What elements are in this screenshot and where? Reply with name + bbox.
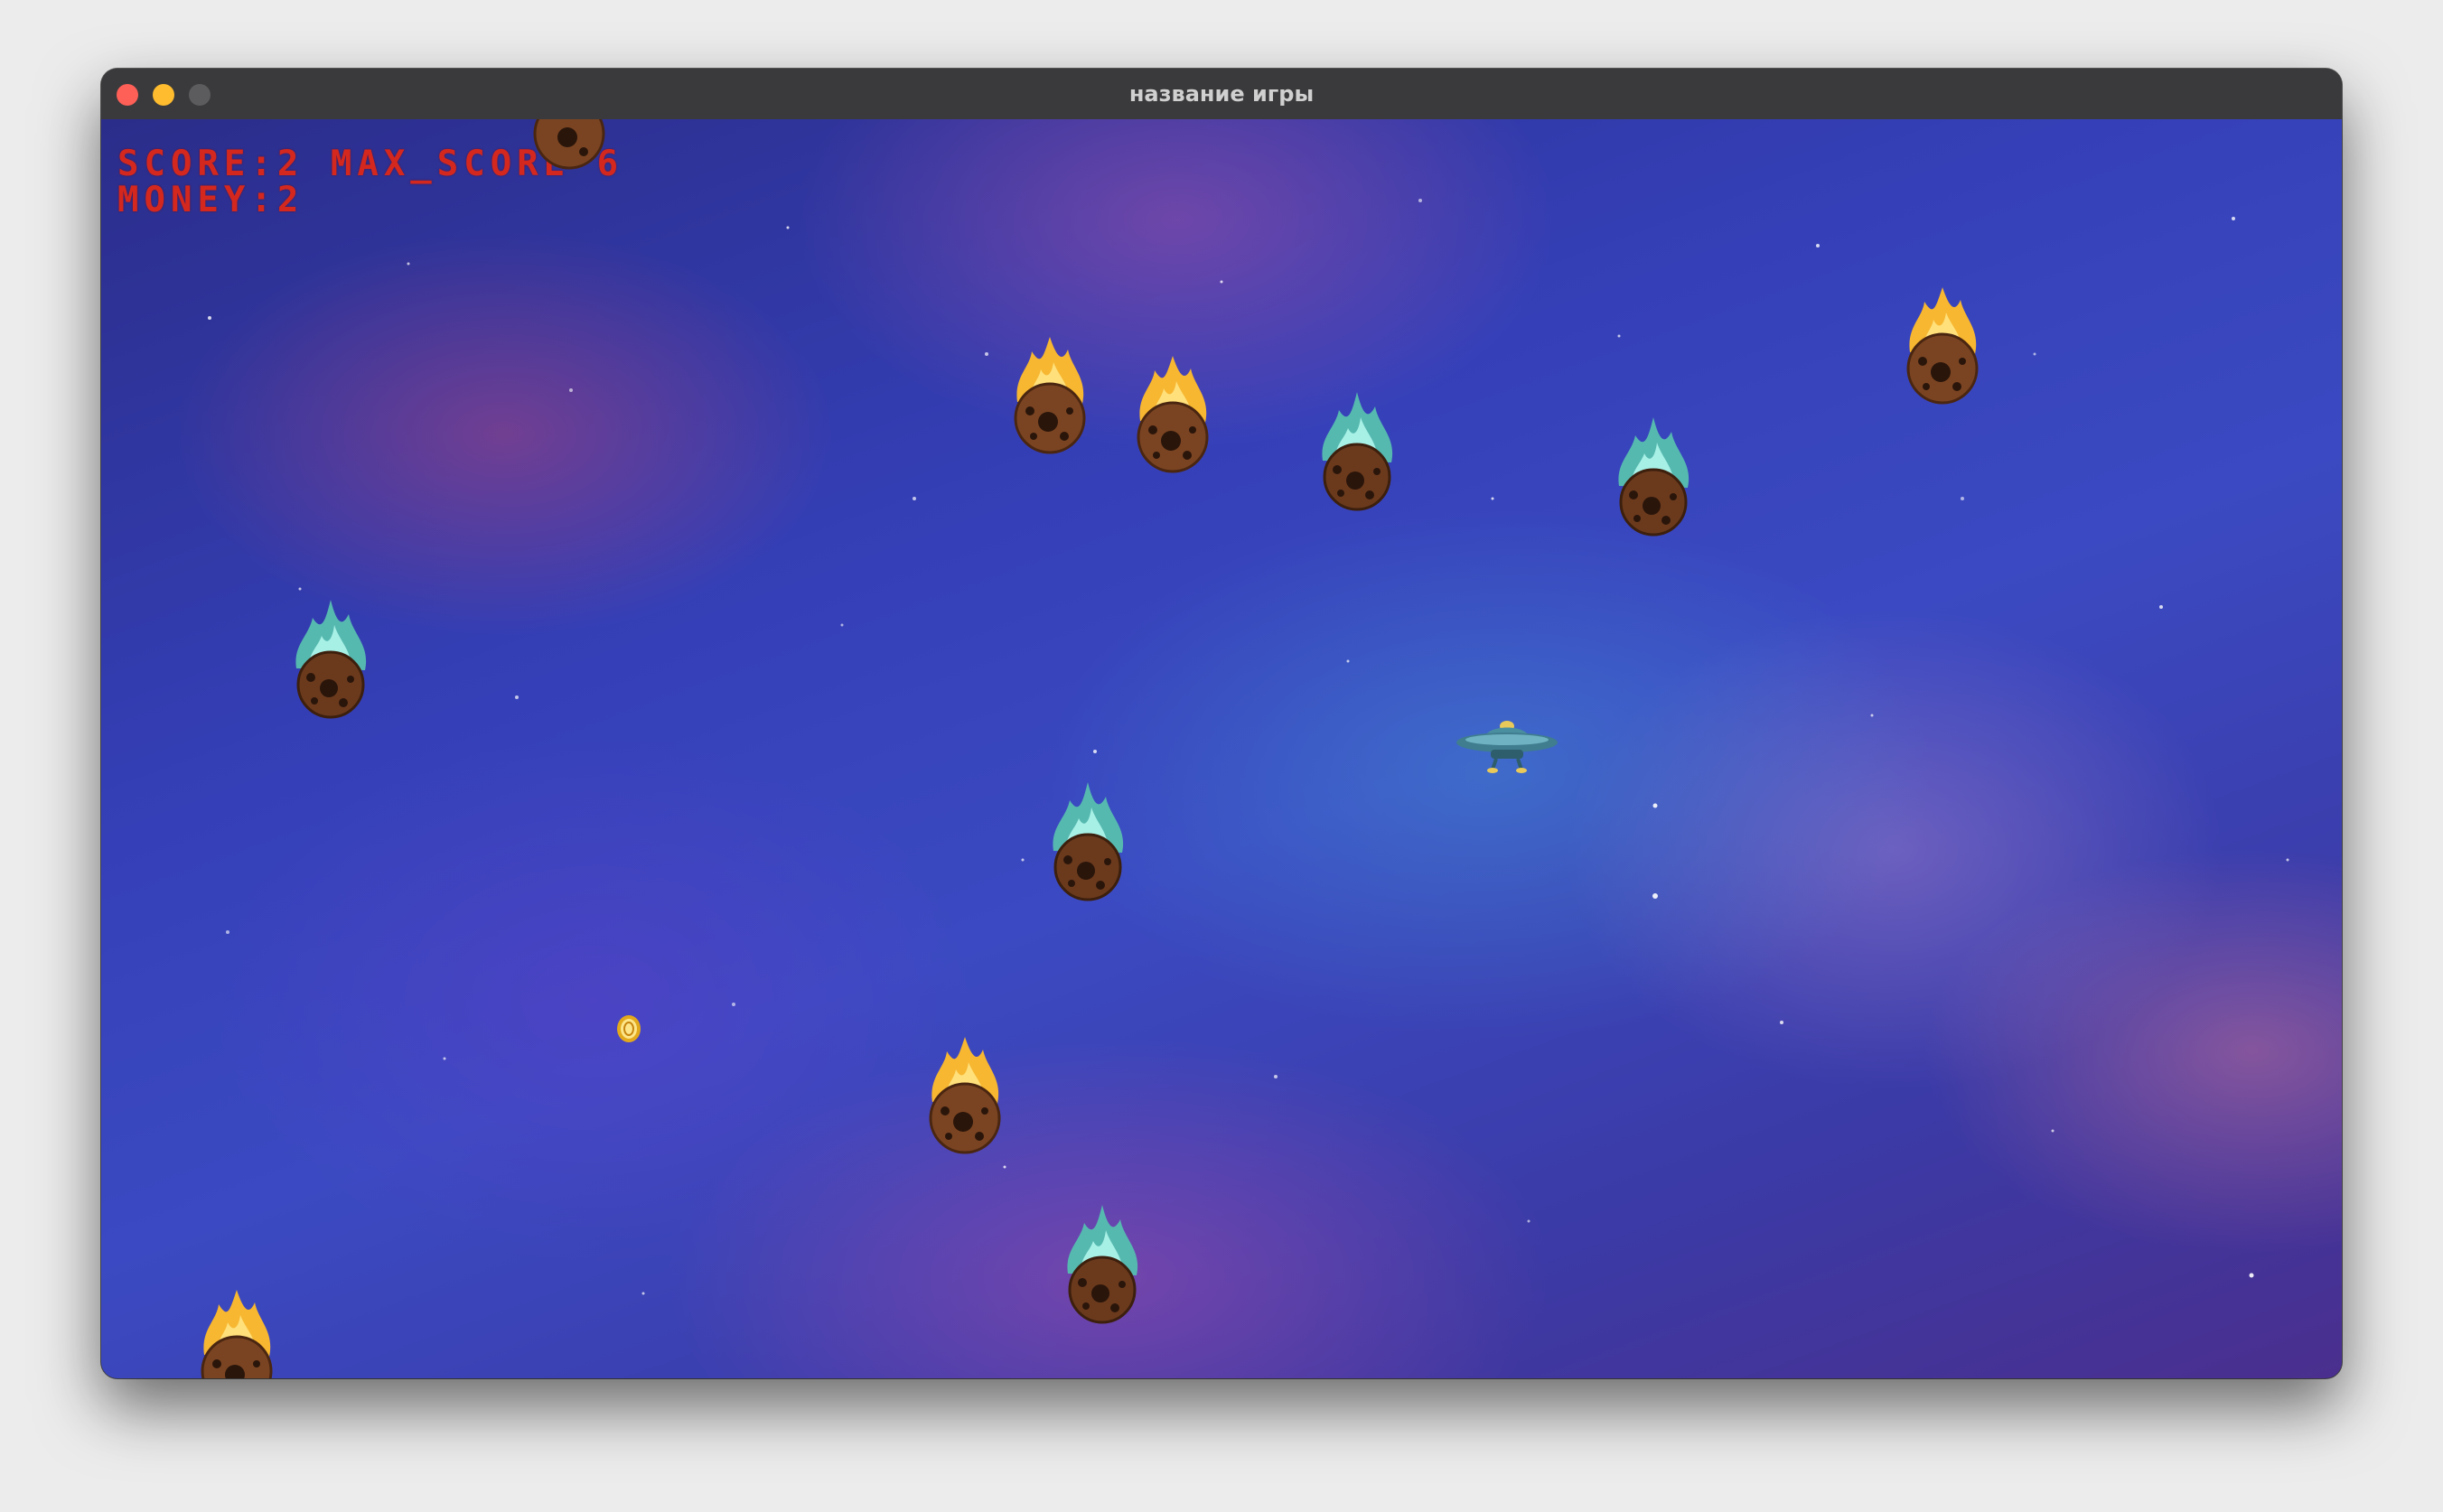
ice-meteor-icon (1322, 392, 1393, 511)
ice-meteor-icon (295, 600, 367, 719)
ice-meteor-icon (1067, 1205, 1138, 1324)
ice-meteor-icon (1053, 782, 1124, 901)
fire-meteor-icon (1906, 287, 1979, 405)
ufo-ship-icon[interactable] (1455, 714, 1559, 777)
fire-meteor-icon (201, 1290, 273, 1378)
title-bar: название игры (101, 69, 2342, 120)
fire-meteor-icon (1014, 337, 1086, 454)
money-line: MONEY:2 (117, 182, 623, 219)
fire-meteor-icon (1137, 356, 1209, 473)
game-canvas[interactable]: SCORE:2 MAX_SCORE 6 MONEY:2 (101, 119, 2342, 1378)
coin-icon (617, 1015, 641, 1042)
starfield-background (208, 199, 2289, 1295)
score-label: SCORE: (117, 144, 277, 184)
fire-meteor-icon (533, 119, 605, 170)
window-title: название игры (1128, 81, 1315, 107)
score-value: 2 (276, 144, 304, 184)
game-window: название игры SCORE:2 MAX_SCORE 6 MONEY:… (101, 69, 2342, 1378)
money-value: 2 (276, 180, 304, 220)
ice-meteor-icon (1618, 417, 1690, 537)
fire-meteor-icon (929, 1037, 1001, 1154)
money-label: MONEY: (117, 180, 277, 220)
